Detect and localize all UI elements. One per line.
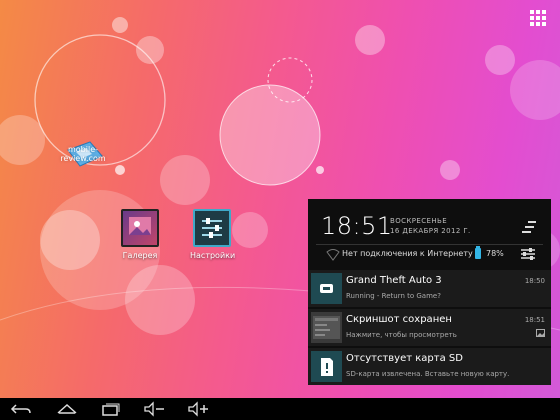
- volume-up-icon[interactable]: [186, 401, 212, 417]
- battery-percent: 78%: [486, 249, 504, 258]
- wifi-off-icon: [326, 249, 340, 261]
- date: 16 ДЕКАБРЯ 2012 Г.: [390, 227, 471, 235]
- gallery-icon: [121, 209, 159, 247]
- divider: [316, 244, 543, 245]
- navigation-bar: [0, 398, 560, 420]
- volume-down-icon[interactable]: [142, 401, 168, 417]
- screenshot-icon: [311, 312, 342, 343]
- quick-settings-icon[interactable]: [520, 246, 536, 262]
- gallery-label: Галерея: [122, 251, 158, 260]
- back-icon[interactable]: [8, 401, 34, 417]
- notification-title: Grand Theft Auto 3: [346, 275, 442, 286]
- gallery-app[interactable]: Галерея: [120, 209, 160, 260]
- notification-panel: 18:51 ВОСКРЕСЕНЬЕ 16 ДЕКАБРЯ 2012 Г. Нет…: [308, 199, 551, 385]
- settings-app[interactable]: Настройки: [190, 209, 236, 260]
- all-apps-icon[interactable]: [530, 10, 546, 26]
- notification-subtitle: Нажмите, чтобы просмотреть: [346, 331, 457, 339]
- notification-title: Отсутствует карта SD: [346, 353, 463, 364]
- recent-apps-icon[interactable]: [98, 401, 124, 417]
- network-status: Нет подключения к Интернету: [342, 249, 473, 258]
- notification-sd-card[interactable]: Отсутствует карта SD SD-карта извлечена.…: [308, 348, 551, 385]
- notification-subtitle: SD-карта извлечена. Вставьте новую карту…: [346, 370, 510, 378]
- notification-screenshot[interactable]: Скриншот сохранен Нажмите, чтобы просмот…: [308, 309, 551, 346]
- settings-icon: [193, 209, 231, 247]
- gamepad-icon: [311, 273, 342, 304]
- home-icon[interactable]: [54, 401, 80, 417]
- image-icon: [536, 329, 545, 337]
- sd-card-icon: [311, 351, 342, 382]
- notification-gta3[interactable]: Grand Theft Auto 3 Running - Return to G…: [308, 270, 551, 307]
- notification-title: Скриншот сохранен: [346, 314, 452, 325]
- watermark-text: mobile-review.com: [60, 145, 106, 163]
- clear-notifications-icon[interactable]: [520, 219, 538, 235]
- notification-time: 18:50: [524, 277, 545, 285]
- notification-time: 18:51: [524, 316, 545, 324]
- battery-icon: [475, 246, 481, 259]
- day-of-week: ВОСКРЕСЕНЬЕ: [390, 217, 448, 225]
- settings-label: Настройки: [190, 251, 236, 260]
- clock: 18:51: [321, 212, 393, 240]
- notification-subtitle: Running - Return to Game?: [346, 292, 441, 300]
